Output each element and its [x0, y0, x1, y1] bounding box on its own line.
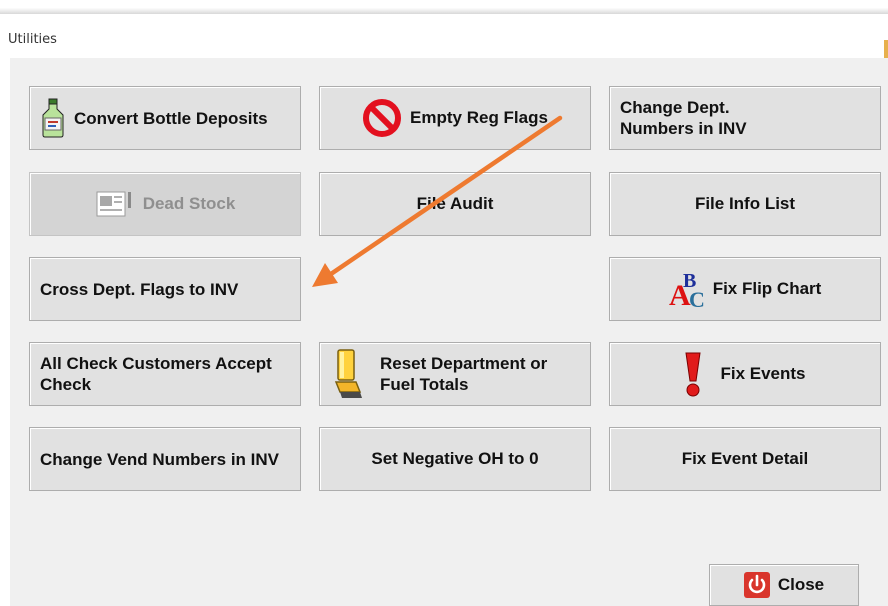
convert-bottle-deposits-label: Convert Bottle Deposits — [74, 108, 268, 128]
document-icon — [95, 189, 135, 219]
bottle-icon — [40, 98, 66, 138]
file-info-list-label: File Info List — [694, 194, 796, 213]
empty-reg-flags-button[interactable]: Empty Reg Flags — [319, 86, 591, 150]
reset-department-button[interactable]: Reset Department or Fuel Totals — [319, 342, 591, 406]
window-title-bar[interactable] — [0, 14, 888, 58]
convert-bottle-deposits-button[interactable]: Convert Bottle Deposits — [29, 86, 301, 150]
file-audit-label: File Audit — [416, 194, 494, 213]
file-audit-button[interactable]: File Audit — [319, 172, 591, 236]
reset-lever-icon — [332, 348, 366, 400]
fix-events-label: Fix Events — [720, 364, 806, 383]
no-entry-icon — [362, 98, 402, 138]
dead-stock-button[interactable]: Dead Stock — [29, 172, 301, 236]
cross-dept-flags-button[interactable]: Cross Dept. Flags to INV — [29, 257, 301, 321]
power-icon — [743, 572, 770, 598]
change-vend-numbers-button[interactable]: Change Vend Numbers in INV — [29, 427, 301, 491]
change-dept-numbers-button[interactable]: Change Dept. Numbers in INV — [609, 86, 881, 150]
fix-flip-chart-label: Fix Flip Chart — [712, 279, 822, 298]
all-check-customers-label: All Check Customers Accept Check — [40, 354, 272, 394]
cross-dept-flags-label: Cross Dept. Flags to INV — [40, 279, 239, 299]
close-button[interactable]: Close — [709, 564, 859, 606]
window-title: Utilities — [8, 32, 57, 47]
exclamation-icon — [684, 351, 702, 397]
change-dept-numbers-label: Change Dept. Numbers in INV — [620, 98, 747, 138]
fix-event-detail-label: Fix Event Detail — [681, 449, 809, 468]
all-check-customers-button[interactable]: All Check Customers Accept Check — [29, 342, 301, 406]
change-vend-numbers-label: Change Vend Numbers in INV — [40, 449, 279, 469]
set-negative-oh-button[interactable]: Set Negative OH to 0 — [319, 427, 591, 491]
fix-event-detail-button[interactable]: Fix Event Detail — [609, 427, 881, 491]
dead-stock-label: Dead Stock — [142, 194, 236, 213]
file-info-list-button[interactable]: File Info List — [609, 172, 881, 236]
empty-reg-flags-label: Empty Reg Flags — [410, 108, 548, 127]
close-label: Close — [777, 575, 825, 594]
svg-text:C: C — [689, 287, 705, 309]
set-negative-oh-label: Set Negative OH to 0 — [371, 449, 539, 468]
reset-department-label: Reset Department or Fuel Totals — [380, 354, 548, 394]
fix-events-button[interactable]: Fix Events — [609, 342, 881, 406]
spelling-abc-icon: A B C — [669, 269, 709, 309]
title-accent — [884, 40, 888, 58]
window-top-edge — [0, 0, 888, 14]
fix-flip-chart-button[interactable]: A B C Fix Flip Chart — [609, 257, 881, 321]
